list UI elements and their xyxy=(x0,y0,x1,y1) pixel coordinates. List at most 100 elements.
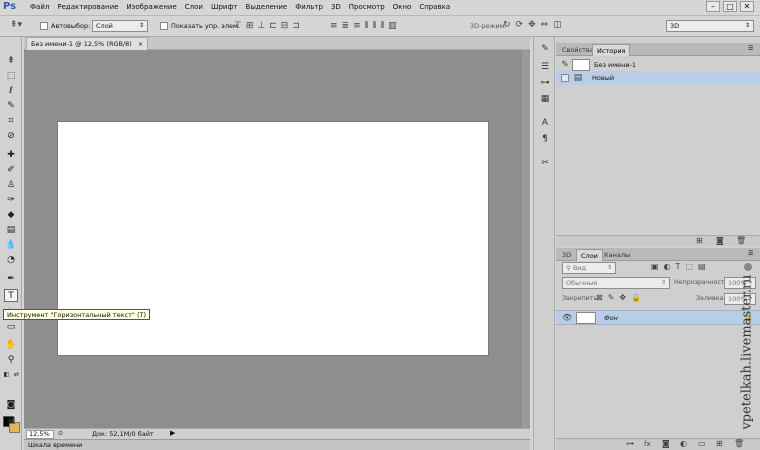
link-layers-icon[interactable]: ⊶ xyxy=(626,439,634,449)
blur-tool-icon[interactable]: 💧 xyxy=(4,239,18,252)
tab-history[interactable]: История xyxy=(592,44,631,56)
history-brush-source-icon[interactable]: ✎ xyxy=(560,60,570,70)
filter-adjustment-icon[interactable]: ◐ xyxy=(664,262,671,272)
move-tool-icon[interactable]: ⇞ xyxy=(4,55,18,68)
distribute-left-icon[interactable]: ⫴ xyxy=(365,21,369,31)
blend-mode-dropdown[interactable]: Обычные ⇕ xyxy=(562,277,670,289)
slide-3d-icon[interactable]: ⇔ xyxy=(541,20,549,30)
panel-menu-icon[interactable]: ☰ xyxy=(748,45,753,52)
horizontal-type-tool-icon[interactable]: T xyxy=(4,289,18,302)
filter-shape-icon[interactable]: ⬚ xyxy=(685,262,693,272)
layer-filter-dropdown[interactable]: ⚲ Вид ⇕ xyxy=(562,262,616,274)
document-tab[interactable]: Без имени-1 @ 12,5% (RGB/8) × xyxy=(26,37,149,50)
scale-3d-icon[interactable]: ◫ xyxy=(553,20,562,30)
layer-row[interactable]: 👁 Фон 🔒 xyxy=(556,310,760,325)
move-tool-preset-icon[interactable]: ⇞▾ xyxy=(8,20,24,30)
zoom-field[interactable]: 12,5% xyxy=(26,430,54,439)
align-right-icon[interactable]: ⊐ xyxy=(292,21,300,31)
marquee-tool-icon[interactable]: ⬚ xyxy=(4,70,18,83)
menu-select[interactable]: Выделение xyxy=(242,3,292,11)
history-state-new[interactable]: ▤ Новый xyxy=(556,71,760,85)
status-arrow-icon[interactable]: ▶ xyxy=(170,429,175,437)
document-canvas[interactable] xyxy=(58,122,488,355)
adjustments-icon[interactable]: ⊶ xyxy=(538,77,552,89)
tab-3d[interactable]: 3D xyxy=(558,249,575,261)
menu-file[interactable]: Файл xyxy=(26,3,53,11)
tools-extra-icon[interactable]: ✂ xyxy=(538,157,552,169)
pen-tool-icon[interactable]: ✒ xyxy=(4,273,18,286)
align-bottom-icon[interactable]: ⊥ xyxy=(257,21,265,31)
quick-mask-icon[interactable]: ◙ xyxy=(4,399,18,412)
screen-mode-icon[interactable]: ▣ xyxy=(4,415,18,428)
lock-all-icon[interactable]: 🔒 xyxy=(631,293,641,303)
timeline-panel-tab[interactable]: Шкала времени xyxy=(24,439,530,450)
menu-window[interactable]: Окно xyxy=(389,3,416,11)
eye-icon[interactable]: 👁 xyxy=(562,313,572,323)
new-group-icon[interactable]: ▭ xyxy=(698,439,706,449)
filter-smart-icon[interactable]: ▤ xyxy=(698,262,706,272)
align-hcenter-icon[interactable]: ⊟ xyxy=(281,21,289,31)
menu-filter[interactable]: Фильтр xyxy=(291,3,327,11)
swap-colors-icon[interactable]: ⇄ xyxy=(12,368,21,381)
quick-select-tool-icon[interactable]: ✎ xyxy=(4,100,18,113)
auto-align-icon[interactable]: ▥ xyxy=(388,21,397,31)
new-layer-icon[interactable]: ⊞ xyxy=(716,439,723,449)
close-button[interactable]: ✕ xyxy=(740,1,754,12)
tab-layers[interactable]: Слои xyxy=(576,249,603,261)
adjustment-layer-icon[interactable]: ◐ xyxy=(680,439,687,449)
distribute-bottom-icon[interactable]: ≡ xyxy=(353,21,361,31)
new-document-from-state-icon[interactable]: ⊞ xyxy=(696,236,703,246)
show-controls-checkbox[interactable] xyxy=(160,22,168,30)
lasso-tool-icon[interactable]: ℓ xyxy=(4,85,18,98)
pan-3d-icon[interactable]: ✥ xyxy=(528,20,536,30)
menu-image[interactable]: Изображение xyxy=(122,3,180,11)
menu-edit[interactable]: Редактирование xyxy=(53,3,122,11)
rotate-3d-icon[interactable]: ↻ xyxy=(503,20,511,30)
healing-brush-tool-icon[interactable]: ✚ xyxy=(4,149,18,162)
lock-position-icon[interactable]: ✥ xyxy=(619,293,626,303)
align-top-icon[interactable]: ⊤ xyxy=(234,21,242,31)
camera-icon[interactable]: ◙ xyxy=(716,236,724,246)
minimize-button[interactable]: – xyxy=(706,1,720,12)
distribute-hcenter-icon[interactable]: ⦀ xyxy=(372,21,376,31)
styles-icon[interactable]: ▦ xyxy=(538,93,552,105)
crop-tool-icon[interactable]: ⌗ xyxy=(4,115,18,128)
canvas-scrollbar[interactable] xyxy=(522,50,530,428)
close-tab-icon[interactable]: × xyxy=(138,40,143,48)
autoselect-checkbox[interactable] xyxy=(40,22,48,30)
character-icon[interactable]: A xyxy=(538,117,552,129)
tool-presets-icon[interactable]: ☰ xyxy=(538,61,552,73)
align-vcenter-icon[interactable]: ⊞ xyxy=(246,21,254,31)
menu-3d[interactable]: 3D xyxy=(327,3,345,11)
filter-pixel-icon[interactable]: ▣ xyxy=(651,262,659,272)
menu-help[interactable]: Справка xyxy=(415,3,454,11)
distribute-right-icon[interactable]: ⫴ xyxy=(380,21,384,31)
workspace-dropdown[interactable]: 3D ⇕ xyxy=(666,20,754,32)
rectangle-tool-icon[interactable]: ▭ xyxy=(4,321,18,334)
roll-3d-icon[interactable]: ⟳ xyxy=(516,20,524,30)
clone-stamp-tool-icon[interactable]: ♙ xyxy=(4,179,18,192)
status-menu-icon[interactable]: ⊙ xyxy=(58,430,63,437)
trash-icon[interactable]: 🗑 xyxy=(736,236,746,246)
tab-channels[interactable]: Каналы xyxy=(600,249,634,261)
maximize-button[interactable]: □ xyxy=(723,1,737,12)
layer-style-icon[interactable]: fx xyxy=(644,439,651,449)
lock-pixels-icon[interactable]: ✎ xyxy=(608,293,615,303)
distribute-vcenter-icon[interactable]: ≣ xyxy=(342,21,350,31)
menu-layers[interactable]: Слои xyxy=(181,3,207,11)
autoselect-dropdown[interactable]: Слой ⇕ xyxy=(92,20,148,32)
layer-mask-icon[interactable]: ◙ xyxy=(662,439,670,449)
menu-type[interactable]: Шрифт xyxy=(207,3,242,11)
lock-transparency-icon[interactable]: ⊠ xyxy=(596,293,603,303)
history-brush-tool-icon[interactable]: ✑ xyxy=(4,194,18,207)
filter-type-icon[interactable]: T xyxy=(676,262,681,272)
default-colors-icon[interactable]: ◧ xyxy=(2,368,11,381)
distribute-top-icon[interactable]: ≡ xyxy=(330,21,338,31)
paragraph-icon[interactable]: ¶ xyxy=(538,133,552,145)
align-left-icon[interactable]: ⊏ xyxy=(269,21,277,31)
history-state-checkbox[interactable] xyxy=(561,74,569,82)
gradient-tool-icon[interactable]: ▤ xyxy=(4,224,18,237)
menu-view[interactable]: Просмотр xyxy=(345,3,389,11)
hand-tool-icon[interactable]: ✋ xyxy=(4,339,18,352)
eyedropper-tool-icon[interactable]: ⊘ xyxy=(4,130,18,143)
